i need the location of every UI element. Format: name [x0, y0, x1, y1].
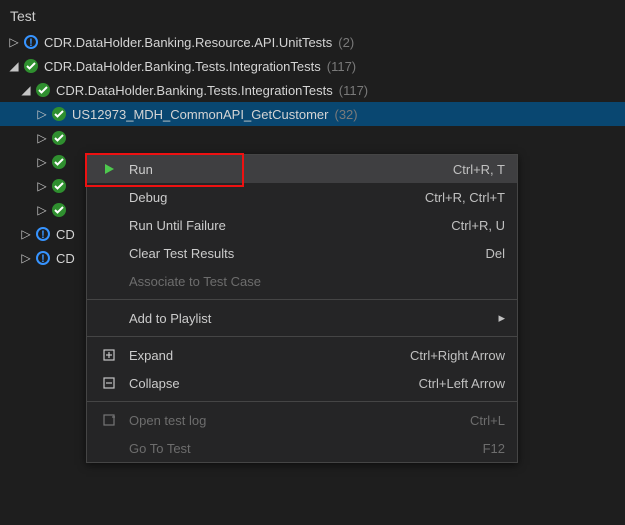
pass-icon	[34, 81, 52, 99]
node-name: CD	[56, 251, 75, 266]
collapse-icon	[99, 376, 119, 390]
pass-icon	[22, 57, 40, 75]
menu-label: Run	[129, 162, 153, 177]
menu-label: Expand	[129, 348, 173, 363]
context-menu: Run Ctrl+R, T Debug Ctrl+R, Ctrl+T Run U…	[86, 154, 518, 463]
svg-text:!: !	[41, 253, 45, 265]
node-count: (32)	[335, 107, 358, 122]
submenu-arrow-icon: ▸	[498, 310, 505, 326]
menu-label: Add to Playlist	[129, 311, 211, 326]
play-icon	[99, 162, 119, 176]
tree-row-selected[interactable]: ▷ US12973_MDH_CommonAPI_GetCustomer (32)	[0, 102, 625, 126]
chevron-right-icon[interactable]: ▷	[6, 35, 22, 49]
chevron-right-icon[interactable]: ▷	[34, 107, 50, 121]
chevron-right-icon[interactable]: ▷	[34, 179, 50, 193]
menu-item-debug[interactable]: Debug Ctrl+R, Ctrl+T	[87, 183, 517, 211]
menu-item-expand[interactable]: Expand Ctrl+Right Arrow	[87, 341, 517, 369]
menu-item-run[interactable]: Run Ctrl+R, T	[87, 155, 517, 183]
pass-icon	[50, 129, 68, 147]
menu-item-clear-results[interactable]: Clear Test Results Del	[87, 239, 517, 267]
expand-icon	[99, 348, 119, 362]
menu-item-go-to-test: Go To Test F12	[87, 434, 517, 462]
node-name: CD	[56, 227, 75, 242]
chevron-right-icon[interactable]: ▷	[34, 155, 50, 169]
menu-shortcut: Ctrl+R, T	[453, 162, 505, 177]
pass-icon	[50, 105, 68, 123]
node-count: (117)	[327, 59, 356, 74]
menu-label: Open test log	[129, 413, 206, 428]
panel-title: Test	[0, 4, 625, 28]
pass-icon	[50, 201, 68, 219]
menu-separator	[87, 401, 517, 402]
menu-item-run-until-failure[interactable]: Run Until Failure Ctrl+R, U	[87, 211, 517, 239]
menu-label: Clear Test Results	[129, 246, 234, 261]
chevron-down-icon[interactable]: ◢	[6, 59, 22, 73]
menu-separator	[87, 336, 517, 337]
menu-item-collapse[interactable]: Collapse Ctrl+Left Arrow	[87, 369, 517, 397]
chevron-right-icon[interactable]: ▷	[18, 251, 34, 265]
node-name: CDR.DataHolder.Banking.Tests.Integration…	[56, 83, 333, 98]
info-icon: !	[34, 225, 52, 243]
menu-shortcut: Ctrl+Left Arrow	[419, 376, 505, 391]
node-name: US12973_MDH_CommonAPI_GetCustomer	[72, 107, 329, 122]
menu-shortcut: F12	[483, 441, 505, 456]
pass-icon	[50, 177, 68, 195]
chevron-right-icon[interactable]: ▷	[34, 203, 50, 217]
menu-item-associate: Associate to Test Case	[87, 267, 517, 295]
tree-row[interactable]: ◢ CDR.DataHolder.Banking.Tests.Integrati…	[0, 78, 625, 102]
node-count: (2)	[338, 35, 354, 50]
menu-shortcut: Del	[485, 246, 505, 261]
menu-label: Run Until Failure	[129, 218, 226, 233]
menu-separator	[87, 299, 517, 300]
menu-shortcut: Ctrl+Right Arrow	[410, 348, 505, 363]
chevron-down-icon[interactable]: ◢	[18, 83, 34, 97]
info-icon: !	[22, 33, 40, 51]
tree-row[interactable]: ▷ ! CDR.DataHolder.Banking.Resource.API.…	[0, 30, 625, 54]
info-icon: !	[34, 249, 52, 267]
node-name: CDR.DataHolder.Banking.Tests.Integration…	[44, 59, 321, 74]
node-count: (117)	[339, 83, 368, 98]
tree-row[interactable]: ◢ CDR.DataHolder.Banking.Tests.Integrati…	[0, 54, 625, 78]
tree-row[interactable]: ▷	[0, 126, 625, 150]
log-icon	[99, 413, 119, 427]
menu-label: Associate to Test Case	[129, 274, 261, 289]
menu-label: Go To Test	[129, 441, 191, 456]
menu-label: Debug	[129, 190, 167, 205]
menu-shortcut: Ctrl+R, Ctrl+T	[425, 190, 505, 205]
menu-item-add-playlist[interactable]: Add to Playlist ▸	[87, 304, 517, 332]
chevron-right-icon[interactable]: ▷	[34, 131, 50, 145]
pass-icon	[50, 153, 68, 171]
menu-label: Collapse	[129, 376, 180, 391]
menu-shortcut: Ctrl+L	[470, 413, 505, 428]
chevron-right-icon[interactable]: ▷	[18, 227, 34, 241]
menu-item-open-log: Open test log Ctrl+L	[87, 406, 517, 434]
menu-shortcut: Ctrl+R, U	[451, 218, 505, 233]
svg-text:!: !	[41, 229, 45, 241]
svg-text:!: !	[29, 37, 33, 49]
node-name: CDR.DataHolder.Banking.Resource.API.Unit…	[44, 35, 332, 50]
